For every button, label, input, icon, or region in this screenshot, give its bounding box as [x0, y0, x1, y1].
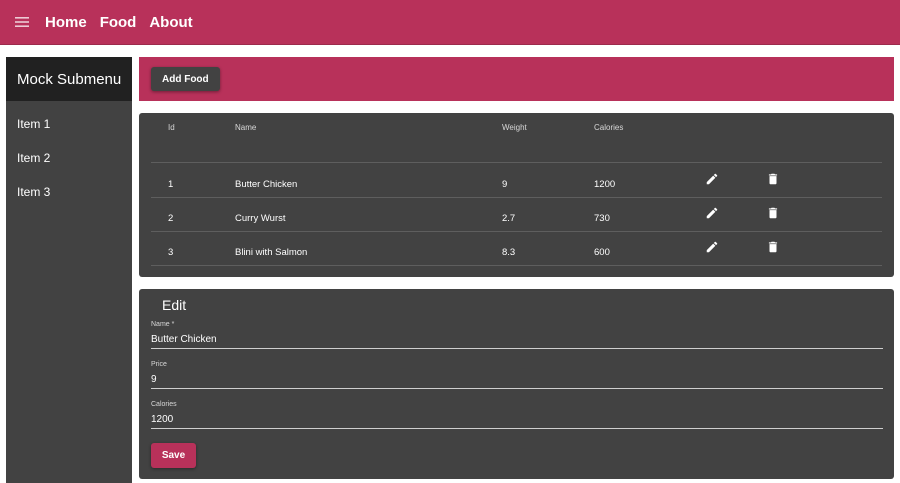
trash-icon[interactable] [766, 172, 782, 188]
nav-link-food[interactable]: Food [100, 14, 137, 31]
cell-calories: 1200 [594, 179, 616, 190]
cell-id: 2 [168, 213, 174, 224]
name-field-group: Name * [151, 321, 883, 349]
food-table: Id Name Weight Calories 1 Butter Chicken… [139, 113, 894, 277]
cell-name: Curry Wurst [235, 213, 286, 224]
cell-weight: 2.7 [502, 213, 516, 224]
food-toolbar: Add Food [139, 57, 894, 101]
nav-link-home[interactable]: Home [45, 14, 87, 31]
table-row: 3 Blini with Salmon 8.3 600 [151, 232, 882, 266]
column-header-name: Name [235, 123, 257, 132]
cell-weight: 8.3 [502, 247, 516, 258]
pencil-icon[interactable] [705, 172, 721, 188]
pencil-icon[interactable] [705, 240, 721, 256]
sidebar-item-3[interactable]: Item 3 [6, 175, 132, 209]
name-field[interactable] [151, 331, 883, 349]
cell-name: Blini with Salmon [235, 247, 308, 258]
calories-field[interactable] [151, 411, 883, 429]
cell-id: 3 [168, 247, 174, 258]
sidebar-title: Mock Submenu [6, 57, 132, 101]
column-header-calories: Calories [594, 123, 624, 132]
table-row: 2 Curry Wurst 2.7 730 [151, 198, 882, 232]
top-navbar: Home Food About [0, 0, 900, 45]
add-food-button[interactable]: Add Food [151, 67, 220, 91]
cell-weight: 9 [502, 179, 508, 190]
sidebar: Mock Submenu Item 1 Item 2 Item 3 [6, 57, 132, 483]
trash-icon[interactable] [766, 240, 782, 256]
price-field[interactable] [151, 371, 883, 389]
column-header-weight: Weight [502, 123, 527, 132]
calories-field-group: Calories [151, 401, 883, 429]
sidebar-item-2[interactable]: Item 2 [6, 141, 132, 175]
table-row: 1 Butter Chicken 9 1200 [151, 164, 882, 198]
table-header: Id Name Weight Calories [151, 113, 882, 163]
cell-name: Butter Chicken [235, 179, 298, 190]
nav-link-about[interactable]: About [149, 14, 192, 31]
name-field-label: Name * [151, 321, 175, 328]
hamburger-menu-icon[interactable] [12, 12, 32, 32]
column-header-id: Id [168, 123, 175, 132]
price-field-label: Price [151, 361, 167, 368]
cell-calories: 600 [594, 247, 610, 258]
cell-calories: 730 [594, 213, 610, 224]
calories-field-label: Calories [151, 401, 177, 408]
save-button[interactable]: Save [151, 443, 196, 468]
sidebar-item-1[interactable]: Item 1 [6, 107, 132, 141]
trash-icon[interactable] [766, 206, 782, 222]
price-field-group: Price [151, 361, 883, 389]
pencil-icon[interactable] [705, 206, 721, 222]
edit-title: Edit [162, 297, 187, 313]
edit-form: Edit Name * Price Calories Save [139, 289, 894, 479]
cell-id: 1 [168, 179, 174, 190]
